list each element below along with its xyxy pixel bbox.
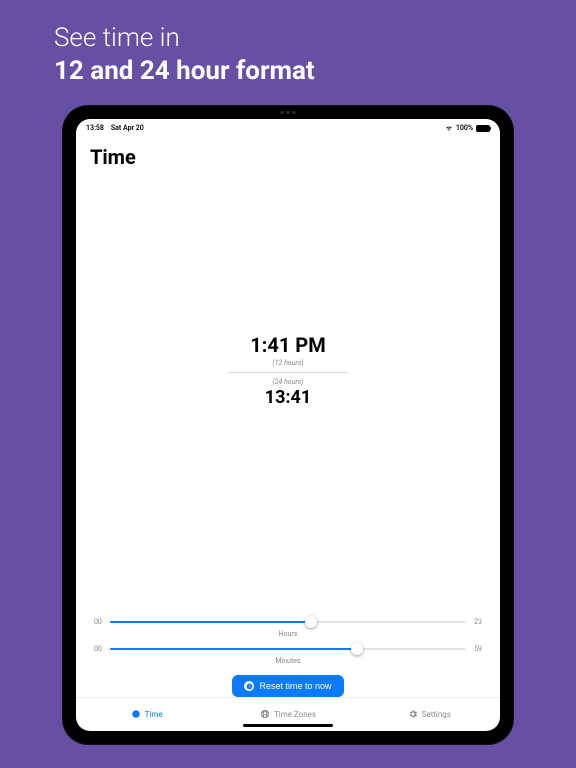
status-date: Sat Apr 20	[111, 124, 144, 132]
time-divider	[228, 372, 348, 373]
reset-time-button[interactable]: Reset time to now	[232, 675, 343, 697]
time-24h: 13:41	[228, 387, 348, 408]
hours-min-label: 00	[94, 618, 102, 626]
tab-timezones-label: Time Zones	[274, 710, 316, 719]
clock-icon	[131, 709, 141, 721]
device-camera-dots	[281, 111, 296, 114]
promo-heading: See time in 12 and 24 hour format	[0, 0, 315, 105]
status-left: 13:58 Sat Apr 20	[86, 124, 144, 132]
minutes-label: Minutes	[94, 657, 482, 665]
device-frame: 13:58 Sat Apr 20 100% Time 1:41 PM (12 h…	[62, 105, 514, 745]
minutes-min-label: 00	[94, 645, 102, 653]
tab-settings-label: Settings	[422, 710, 451, 719]
main-content: 1:41 PM (12 hours) (24 hours) 13:41	[76, 175, 500, 615]
home-indicator	[243, 724, 333, 727]
minutes-slider-row: 00 59	[94, 642, 482, 656]
label-12h: (12 hours)	[228, 359, 348, 367]
tab-time-label: Time	[145, 710, 163, 719]
label-24h: (24 hours)	[228, 378, 348, 386]
hours-slider-row: 00 23	[94, 615, 482, 629]
minutes-slider[interactable]	[110, 642, 466, 656]
sliders-section: 00 23 Hours 00 59 Minutes	[76, 615, 500, 697]
time-12h: 1:41 PM	[228, 333, 348, 357]
reset-button-label: Reset time to now	[259, 681, 331, 691]
time-display: 1:41 PM (12 hours) (24 hours) 13:41	[228, 333, 348, 408]
hours-label: Hours	[94, 630, 482, 638]
hours-slider[interactable]	[110, 615, 466, 629]
clock-reset-icon	[244, 681, 254, 691]
tab-time[interactable]: Time	[76, 698, 217, 731]
promo-line1: See time in	[54, 23, 180, 53]
status-time: 13:58	[86, 124, 104, 132]
gear-icon	[408, 709, 418, 721]
hours-max-label: 23	[474, 618, 482, 626]
status-right: 100%	[445, 124, 490, 132]
battery-icon	[476, 125, 490, 132]
status-bar: 13:58 Sat Apr 20 100%	[76, 119, 500, 133]
screen: 13:58 Sat Apr 20 100% Time 1:41 PM (12 h…	[76, 119, 500, 731]
battery-pct: 100%	[456, 124, 473, 132]
tab-settings[interactable]: Settings	[359, 698, 500, 731]
globe-icon	[260, 709, 270, 721]
page-title: Time	[76, 133, 500, 175]
hours-slider-thumb[interactable]	[305, 616, 317, 628]
minutes-max-label: 59	[474, 645, 482, 653]
minutes-slider-thumb[interactable]	[351, 643, 363, 655]
wifi-icon	[445, 124, 453, 132]
promo-line2: 12 and 24 hour format	[54, 56, 315, 86]
